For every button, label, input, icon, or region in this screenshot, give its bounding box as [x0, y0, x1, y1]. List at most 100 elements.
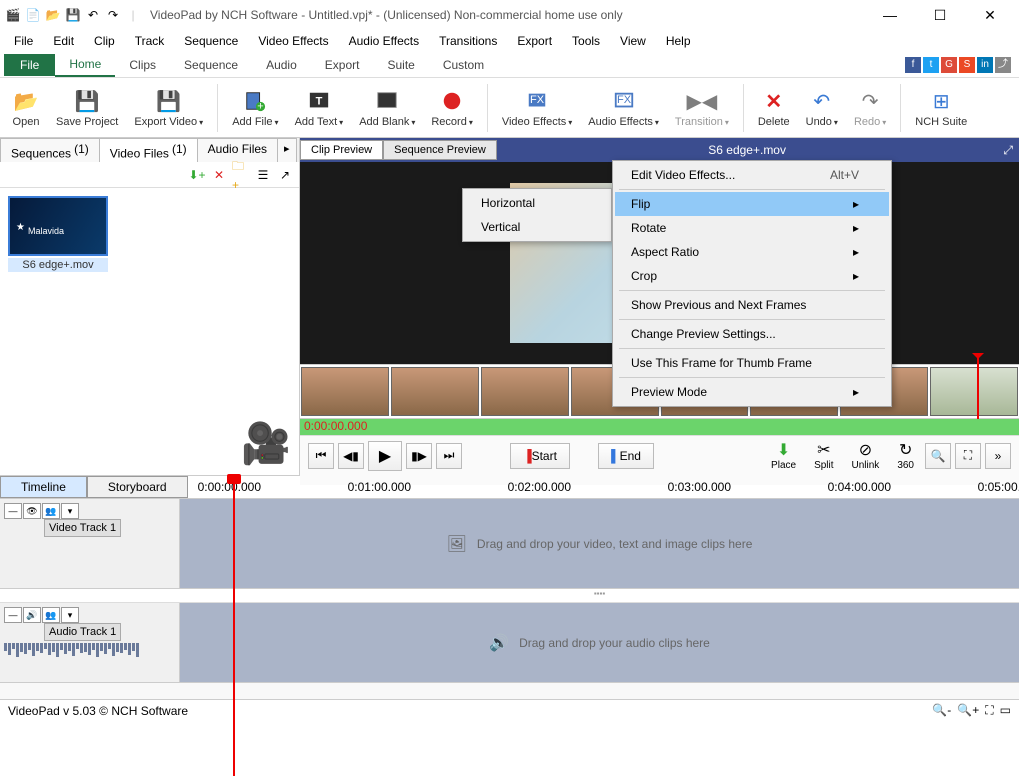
add-file-button[interactable]: +Add File [226, 85, 284, 130]
ribbon-tab-export[interactable]: Export [311, 54, 374, 76]
menu-aspect-ratio[interactable]: Aspect Ratio▸ [615, 240, 889, 264]
set-end-button[interactable]: ▌ End [598, 443, 654, 469]
menu-tools[interactable]: Tools [564, 32, 608, 50]
vt-eye-icon[interactable]: 👁 [23, 503, 41, 519]
ribbon-tab-suite[interactable]: Suite [373, 54, 428, 76]
video-track-body[interactable]: 🖼 Drag and drop your video, text and ima… [180, 499, 1019, 589]
step-back-button[interactable]: ◀▮ [338, 443, 364, 469]
qat-open-icon[interactable]: 📂 [44, 6, 62, 24]
ribbon-file-tab[interactable]: File [4, 54, 55, 76]
play-button[interactable]: ▶ [368, 441, 402, 471]
menu-videoeffects[interactable]: Video Effects [250, 32, 336, 50]
tab-sequences[interactable]: Sequences (1) [0, 138, 100, 162]
at-solo-icon[interactable]: 👥 [42, 607, 60, 623]
ribbon-tab-audio[interactable]: Audio [252, 54, 311, 76]
menu-track[interactable]: Track [127, 32, 173, 50]
tab-timeline[interactable]: Timeline [0, 476, 87, 498]
menu-flip-vertical[interactable]: Vertical [465, 215, 609, 239]
ribbon-tab-home[interactable]: Home [55, 53, 115, 77]
undo-button[interactable]: ↶Undo [800, 85, 844, 130]
menu-clip[interactable]: Clip [86, 32, 123, 50]
at-menu-icon[interactable]: ▾ [61, 607, 79, 623]
menu-flip[interactable]: Flip▸ [615, 192, 889, 216]
menu-sequence[interactable]: Sequence [176, 32, 246, 50]
360-button[interactable]: ↻360 [890, 437, 921, 474]
menu-use-thumb-frame[interactable]: Use This Frame for Thumb Frame [615, 351, 889, 375]
tab-video-files[interactable]: Video Files (1) [99, 138, 198, 162]
at-speaker-icon[interactable]: 🔊 [23, 607, 41, 623]
split-button[interactable]: ✂Split [807, 437, 840, 474]
video-effects-button[interactable]: FXVideo Effects [496, 85, 578, 130]
at-collapse-icon[interactable]: — [4, 607, 22, 623]
menu-audioeffects[interactable]: Audio Effects [341, 32, 428, 50]
vt-collapse-icon[interactable]: — [4, 503, 22, 519]
qat-undo-icon[interactable]: ↶ [84, 6, 102, 24]
menu-preview-mode[interactable]: Preview Mode▸ [615, 380, 889, 404]
menu-show-frames[interactable]: Show Previous and Next Frames [615, 293, 889, 317]
audio-track-body[interactable]: 🔊 Drag and drop your audio clips here [180, 603, 1019, 683]
menu-change-preview-settings[interactable]: Change Preview Settings... [615, 322, 889, 346]
social-google-icon[interactable]: G [941, 57, 957, 73]
maximize-button[interactable]: ☐ [925, 7, 955, 24]
vt-people-icon[interactable]: 👥 [42, 503, 60, 519]
clip-timebar[interactable]: 0:00:00.000 [300, 419, 1019, 435]
tab-sequence-preview[interactable]: Sequence Preview [383, 140, 497, 160]
menu-edit[interactable]: Edit [45, 32, 82, 50]
open-button[interactable]: 📂Open [6, 85, 46, 130]
social-share-icon[interactable]: ⤴ [995, 57, 1011, 73]
menu-transitions[interactable]: Transitions [431, 32, 505, 50]
tab-storyboard[interactable]: Storyboard [87, 476, 188, 498]
bin-list-icon[interactable]: ☰ [253, 165, 273, 185]
bin-detach-icon[interactable]: ↗ [275, 165, 295, 185]
menu-help[interactable]: Help [658, 32, 699, 50]
menu-flip-horizontal[interactable]: Horizontal [465, 191, 609, 215]
qat-redo-icon[interactable]: ↷ [104, 6, 122, 24]
ribbon-tab-clips[interactable]: Clips [115, 54, 170, 76]
delete-button[interactable]: ✕Delete [752, 85, 796, 130]
place-button[interactable]: ⬇Place [764, 437, 803, 474]
zoom-in-icon[interactable]: 🔍 [925, 443, 951, 469]
timeline-playhead[interactable] [233, 476, 235, 776]
track-grip[interactable]: ▪▪▪▪ [180, 589, 1019, 602]
step-forward-button[interactable]: ▮▶ [406, 443, 432, 469]
bin-delete-icon[interactable]: ✕ [209, 165, 229, 185]
menu-crop[interactable]: Crop▸ [615, 264, 889, 288]
audio-effects-button[interactable]: FXAudio Effects [582, 85, 665, 130]
menu-view[interactable]: View [612, 32, 654, 50]
minimize-button[interactable]: — [875, 7, 905, 24]
social-twitter-icon[interactable]: t [923, 57, 939, 73]
qat-new-icon[interactable]: 📄 [24, 6, 42, 24]
layout-icon[interactable]: ▭ [1000, 703, 1011, 718]
bin-folder-icon[interactable]: 🗀+ [231, 165, 251, 185]
zoom-out-icon[interactable]: 🔍- [932, 703, 951, 718]
audio-track-label[interactable]: Audio Track 1 [44, 623, 121, 641]
menu-export[interactable]: Export [509, 32, 560, 50]
tab-clip-preview[interactable]: Clip Preview [300, 140, 383, 160]
video-track-label[interactable]: Video Track 1 [44, 519, 121, 537]
close-button[interactable]: ✕ [975, 7, 1005, 24]
save-project-button[interactable]: 💾Save Project [50, 85, 124, 130]
more-button[interactable]: » [985, 443, 1011, 469]
redo-button[interactable]: ↷Redo [848, 85, 892, 130]
nch-suite-button[interactable]: ⊞NCH Suite [909, 85, 973, 130]
unlink-button[interactable]: ⊘Unlink [845, 437, 887, 474]
social-facebook-icon[interactable]: f [905, 57, 921, 73]
clip-playhead[interactable] [977, 357, 979, 427]
vt-menu-icon[interactable]: ▾ [61, 503, 79, 519]
export-video-button[interactable]: 💾Export Video [128, 85, 209, 130]
menu-edit-video-effects[interactable]: Edit Video Effects...Alt+V [615, 163, 889, 187]
zoom-fit-status-icon[interactable]: ⛶ [985, 703, 993, 718]
record-button[interactable]: Record [425, 85, 478, 130]
add-text-button[interactable]: TAdd Text [289, 85, 350, 130]
goto-end-button[interactable]: ⏭ [436, 443, 462, 469]
menu-rotate[interactable]: Rotate▸ [615, 216, 889, 240]
transition-button[interactable]: ▶◀Transition [669, 85, 735, 130]
social-stumble-icon[interactable]: S [959, 57, 975, 73]
zoom-in-status-icon[interactable]: 🔍+ [957, 703, 979, 718]
zoom-fit-icon[interactable]: ⛶ [955, 443, 981, 469]
ribbon-tab-sequence[interactable]: Sequence [170, 54, 252, 76]
bin-add-icon[interactable]: ⬇+ [187, 165, 207, 185]
goto-start-button[interactable]: ⏮ [308, 443, 334, 469]
ribbon-tab-custom[interactable]: Custom [429, 54, 498, 76]
clip-thumbnail[interactable]: S6 edge+.mov [8, 196, 108, 272]
